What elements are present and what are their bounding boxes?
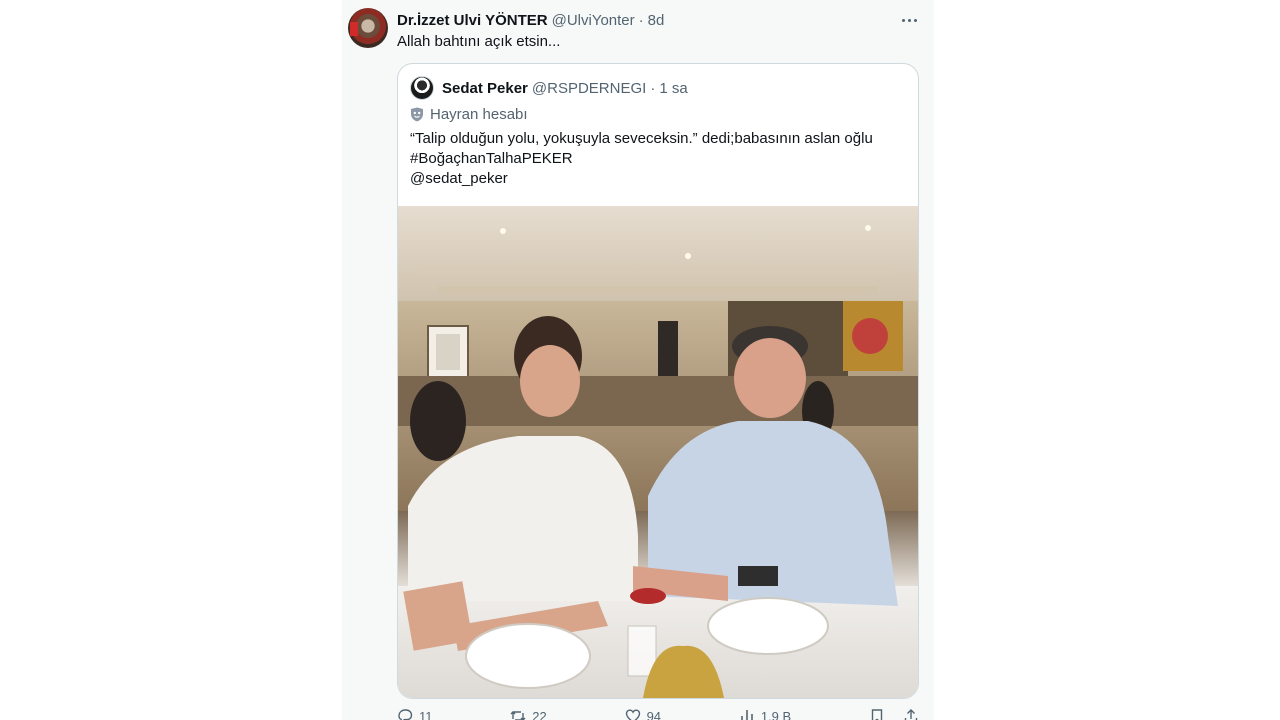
heart-icon xyxy=(625,708,641,720)
reply-icon xyxy=(397,708,413,720)
repost-count: 22 xyxy=(532,708,547,720)
views-button[interactable]: 1,9 B xyxy=(739,708,791,720)
mention-link[interactable]: @sedat_peker xyxy=(410,169,873,189)
tweet[interactable]: Dr.İzzet Ulvi YÖNTER @UlviYonter · 8d Al… xyxy=(342,0,934,720)
author-name[interactable]: Dr.İzzet Ulvi YÖNTER xyxy=(397,12,548,29)
reply-button[interactable]: 11 xyxy=(397,708,433,720)
share-icon[interactable] xyxy=(903,708,919,720)
quoted-tweet[interactable]: Sedat Peker @RSPDERNEGI · 1 sa Hayran he… xyxy=(397,63,919,699)
restaurant-photo-illustration xyxy=(398,206,918,698)
quoted-author-name[interactable]: Sedat Peker xyxy=(442,80,528,97)
quoted-photo[interactable] xyxy=(398,206,918,698)
more-options-icon[interactable] xyxy=(898,10,920,30)
like-count: 94 xyxy=(646,708,662,720)
flag-decoration xyxy=(350,22,358,36)
quoted-author-handle[interactable]: @RSPDERNEGI xyxy=(532,80,646,97)
timeline-column: Dr.İzzet Ulvi YÖNTER @UlviYonter · 8d Al… xyxy=(342,0,934,720)
quoted-text: “Talip olduğun yolu, yokuşuyla seveceksi… xyxy=(410,129,873,189)
quoted-header: Sedat Peker @RSPDERNEGI · 1 sa xyxy=(410,76,688,100)
account-label-text: Hayran hesabı xyxy=(430,105,528,123)
tweet-text: Allah bahtını açık etsin... xyxy=(397,33,561,50)
repost-button[interactable]: 22 xyxy=(510,708,547,720)
tweet-actions: 11 22 94 1,9 B xyxy=(397,706,919,720)
quoted-separator-dot: · xyxy=(650,79,656,97)
bookmark-icon[interactable] xyxy=(869,708,885,720)
reply-count: 11 xyxy=(419,708,433,720)
views-chart-icon xyxy=(739,708,755,720)
views-count: 1,9 B xyxy=(760,708,792,720)
quoted-text-line: “Talip olduğun yolu, yokuşuyla seveceksi… xyxy=(410,130,873,147)
tweet-header: Dr.İzzet Ulvi YÖNTER @UlviYonter · 8d xyxy=(397,10,664,30)
hashtag-link[interactable]: #BoğaçhanTalhaPEKER xyxy=(410,149,873,169)
author-avatar[interactable] xyxy=(348,8,388,48)
quoted-avatar[interactable] xyxy=(410,76,434,100)
separator-dot: · xyxy=(638,11,644,29)
author-handle[interactable]: @UlviYonter xyxy=(552,12,635,29)
bookmark-share-group xyxy=(869,708,919,720)
account-label: Hayran hesabı xyxy=(410,104,528,124)
like-button[interactable]: 94 xyxy=(625,708,661,720)
quoted-time[interactable]: 1 sa xyxy=(659,80,687,97)
repost-icon xyxy=(510,708,526,720)
mask-shield-icon xyxy=(410,107,424,122)
tweet-time[interactable]: 8d xyxy=(648,12,665,29)
